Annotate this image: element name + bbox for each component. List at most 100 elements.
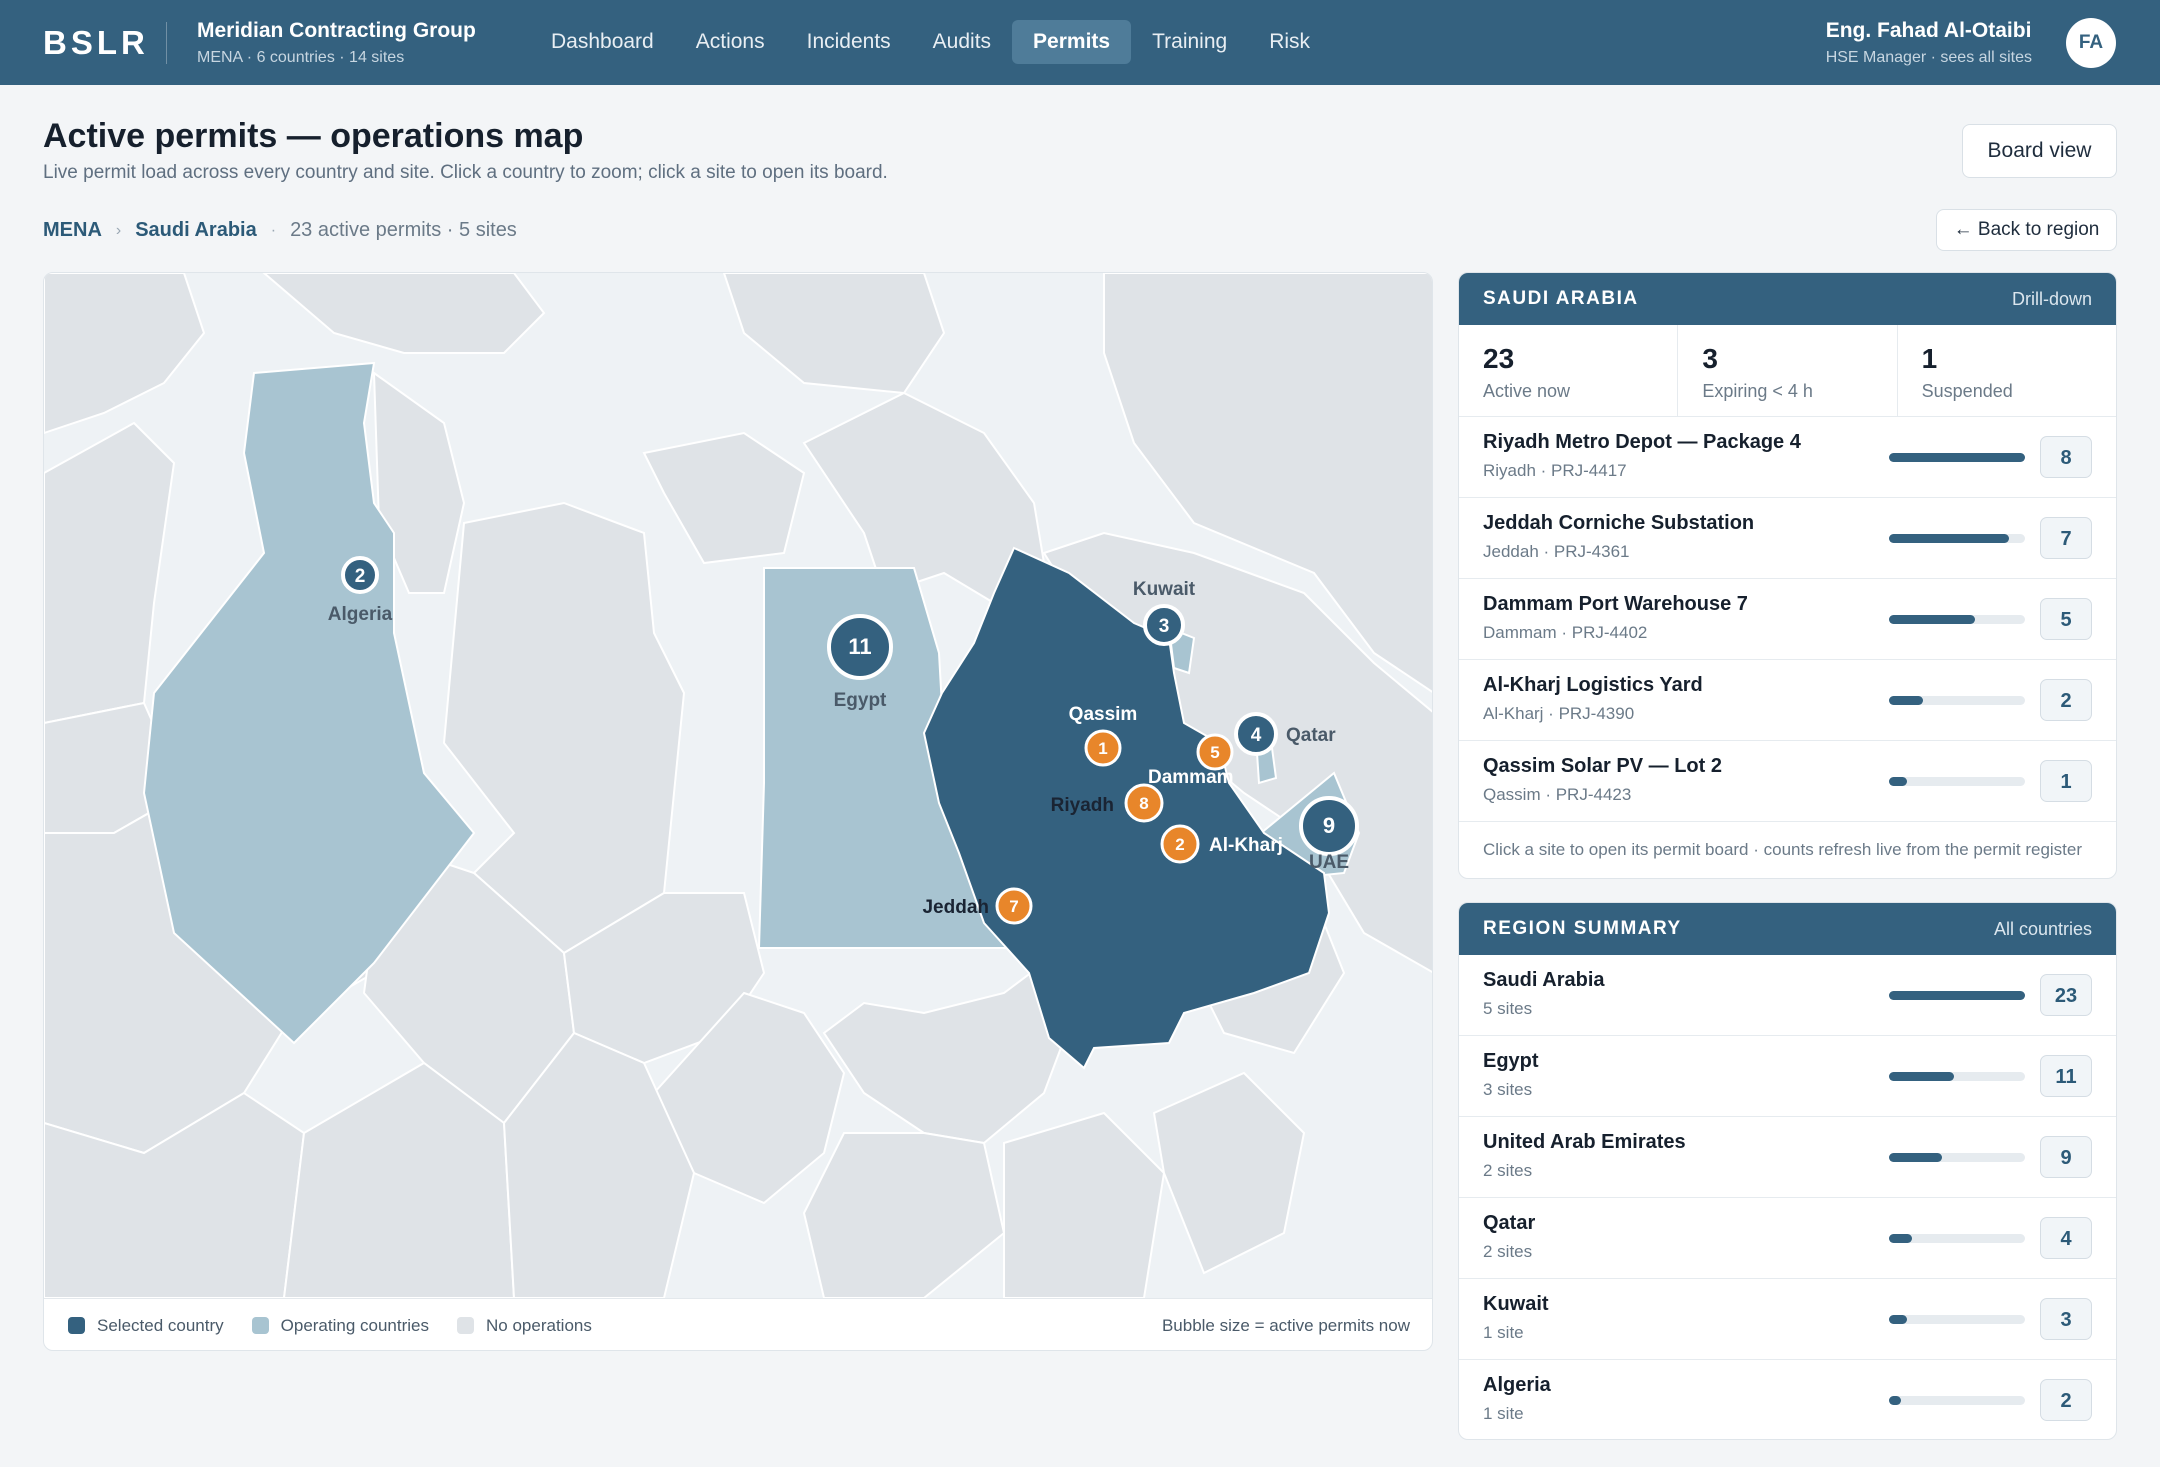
avatar[interactable]: FA — [2066, 18, 2116, 68]
stat-suspended-label: Suspended — [1921, 381, 2013, 401]
country-bar — [1889, 1234, 2025, 1243]
breadcrumb-root[interactable]: MENA — [43, 219, 102, 242]
operations-map[interactable]: 2 Algeria 11 Egypt 3 Kuwait 4 Qatar 9 UAE 1 Qassim… — [44, 273, 1433, 1298]
country-sites: 1 site — [1483, 1404, 1524, 1423]
site-count-label: 2 — [1175, 835, 1184, 854]
nav-actions[interactable]: Actions — [675, 20, 786, 64]
breadcrumb-meta: 23 active permits · 5 sites — [290, 219, 517, 241]
country-count: 3 — [2040, 1298, 2092, 1340]
country-name: Saudi Arabia — [1483, 969, 1605, 991]
stat-suspended: 1 Suspended — [1898, 325, 2116, 416]
site-meta: Dammam · PRJ-4402 — [1483, 623, 1648, 642]
site-count: 1 — [2040, 760, 2092, 802]
country-name: Egypt — [1483, 1050, 1539, 1072]
country-row[interactable]: Qatar 2 sites 4 — [1459, 1198, 2116, 1279]
site-row[interactable]: Al-Kharj Logistics Yard Al-Kharj · PRJ-4… — [1459, 660, 2116, 741]
country-row[interactable]: Egypt 3 sites 11 — [1459, 1036, 2116, 1117]
top-bar: BSLR Meridian Contracting Group MENA · 6… — [0, 0, 2160, 85]
nav-audits[interactable]: Audits — [912, 20, 1012, 64]
country-row[interactable]: Kuwait 1 site 3 — [1459, 1279, 2116, 1360]
drilldown-stats: 23 Active now 3 Expiring < 4 h 1 Suspend… — [1459, 325, 2116, 417]
site-bar — [1889, 534, 2025, 543]
legend-none-label: No operations — [486, 1315, 592, 1335]
site-row[interactable]: Jeddah Corniche Substation Jeddah · PRJ-… — [1459, 498, 2116, 579]
country-count-label: 2 — [355, 566, 366, 587]
stat-expiring-value: 3 — [1702, 343, 1718, 374]
swatch-operating — [251, 1317, 269, 1334]
country-name: Algeria — [1483, 1374, 1551, 1396]
org-subtitle: MENA · 6 countries · 14 sites — [197, 49, 405, 66]
page-subtitle: Live permit load across every country an… — [43, 162, 888, 183]
site-count-label: 7 — [1009, 897, 1018, 916]
legend-selected: Selected country — [68, 1316, 224, 1336]
user-role: HSE Manager · sees all sites — [1825, 49, 2032, 66]
site-name: Riyadh Metro Depot — Package 4 — [1483, 431, 1801, 453]
back-to-region-button[interactable]: ← Back to region — [1936, 209, 2117, 251]
site-row[interactable]: Dammam Port Warehouse 7 Dammam · PRJ-440… — [1459, 579, 2116, 660]
site-bar-fill — [1889, 534, 2009, 543]
stat-active-value: 23 — [1483, 343, 1515, 374]
stat-active-label: Active now — [1483, 381, 1571, 401]
chevron-right-icon: › — [115, 221, 122, 239]
breadcrumb: MENA › Saudi Arabia · 23 active permits … — [43, 219, 517, 242]
country-sites: 3 sites — [1483, 1080, 1533, 1099]
drilldown-panel: SAUDI ARABIA Drill-down 23 Active now 3 … — [1458, 272, 2117, 879]
summary-title: REGION SUMMARY — [1483, 918, 1682, 939]
org-info: Meridian Contracting Group MENA · 6 coun… — [197, 19, 476, 67]
country-row[interactable]: Algeria 1 site 2 — [1459, 1360, 2116, 1439]
country-marker-egypt[interactable]: 11 Egypt — [827, 614, 893, 711]
drilldown-footer: Click a site to open its permit board · … — [1483, 840, 2083, 859]
brand-divider — [166, 22, 167, 64]
country-count-label: 3 — [1159, 616, 1170, 637]
country-sites: 2 sites — [1483, 1161, 1533, 1180]
country-row[interactable]: United Arab Emirates 2 sites 9 — [1459, 1117, 2116, 1198]
country-row[interactable]: Saudi Arabia 5 sites 23 — [1459, 955, 2116, 1036]
site-meta: Jeddah · PRJ-4361 — [1483, 542, 1630, 561]
brand-logo[interactable]: BSLR — [43, 24, 149, 62]
nav-risk[interactable]: Risk — [1248, 20, 1331, 64]
user-info[interactable]: Eng. Fahad Al-Otaibi HSE Manager · sees … — [1826, 19, 2032, 67]
country-count: 4 — [2040, 1217, 2092, 1259]
nav-dashboard[interactable]: Dashboard — [530, 20, 675, 64]
nav-permits[interactable]: Permits — [1012, 20, 1132, 64]
country-sites: 2 sites — [1483, 1242, 1533, 1261]
nav-incidents[interactable]: Incidents — [786, 20, 912, 64]
site-name: Qassim Solar PV — Lot 2 — [1483, 755, 1722, 777]
country-bar — [1889, 1072, 2025, 1081]
site-bar — [1889, 696, 2025, 705]
country-bar — [1889, 1153, 2025, 1162]
country-marker-uae[interactable]: 9 UAE — [1299, 796, 1359, 873]
legend-selected-label: Selected country — [97, 1315, 224, 1335]
site-name-label: Riyadh — [1051, 795, 1114, 816]
summary-header: REGION SUMMARY All countries — [1459, 903, 2116, 955]
drilldown-title: SAUDI ARABIA — [1483, 288, 1639, 309]
site-row[interactable]: Riyadh Metro Depot — Package 4 Riyadh · … — [1459, 417, 2116, 498]
site-count-label: 1 — [1098, 739, 1107, 758]
legend-note: Bubble size = active permits now — [1161, 1316, 1410, 1335]
country-count-label: 11 — [848, 634, 871, 659]
nav-training[interactable]: Training — [1131, 20, 1248, 64]
country-name-label: UAE — [1309, 852, 1349, 873]
country-bar-fill — [1889, 1234, 1913, 1243]
map-legend: Selected country Operating countries No … — [44, 1298, 1432, 1350]
site-meta: Qassim · PRJ-4423 — [1483, 785, 1632, 804]
site-count-label: 8 — [1139, 794, 1148, 813]
site-name-label: Dammam — [1148, 767, 1234, 788]
legend-operating: Operating countries — [251, 1316, 429, 1336]
site-name-label: Jeddah — [922, 897, 989, 918]
country-count: 2 — [2040, 1379, 2092, 1421]
site-row[interactable]: Qassim Solar PV — Lot 2 Qassim · PRJ-442… — [1459, 741, 2116, 822]
site-name: Dammam Port Warehouse 7 — [1483, 593, 1748, 615]
drilldown-header: SAUDI ARABIA Drill-down — [1459, 273, 2116, 325]
legend-none: No operations — [457, 1316, 592, 1336]
region-summary-panel: REGION SUMMARY All countries Saudi Arabi… — [1458, 902, 2117, 1440]
stat-active: 23 Active now — [1459, 325, 1679, 416]
country-sites: 5 sites — [1483, 999, 1533, 1018]
site-bar — [1889, 453, 2025, 462]
breadcrumb-current[interactable]: Saudi Arabia — [135, 219, 257, 242]
country-name: Qatar — [1483, 1212, 1536, 1234]
country-name-label: Algeria — [328, 604, 393, 625]
breadcrumb-dot: · — [270, 221, 277, 239]
site-bar-fill — [1889, 777, 1907, 786]
board-view-button[interactable]: Board view — [1962, 124, 2117, 178]
